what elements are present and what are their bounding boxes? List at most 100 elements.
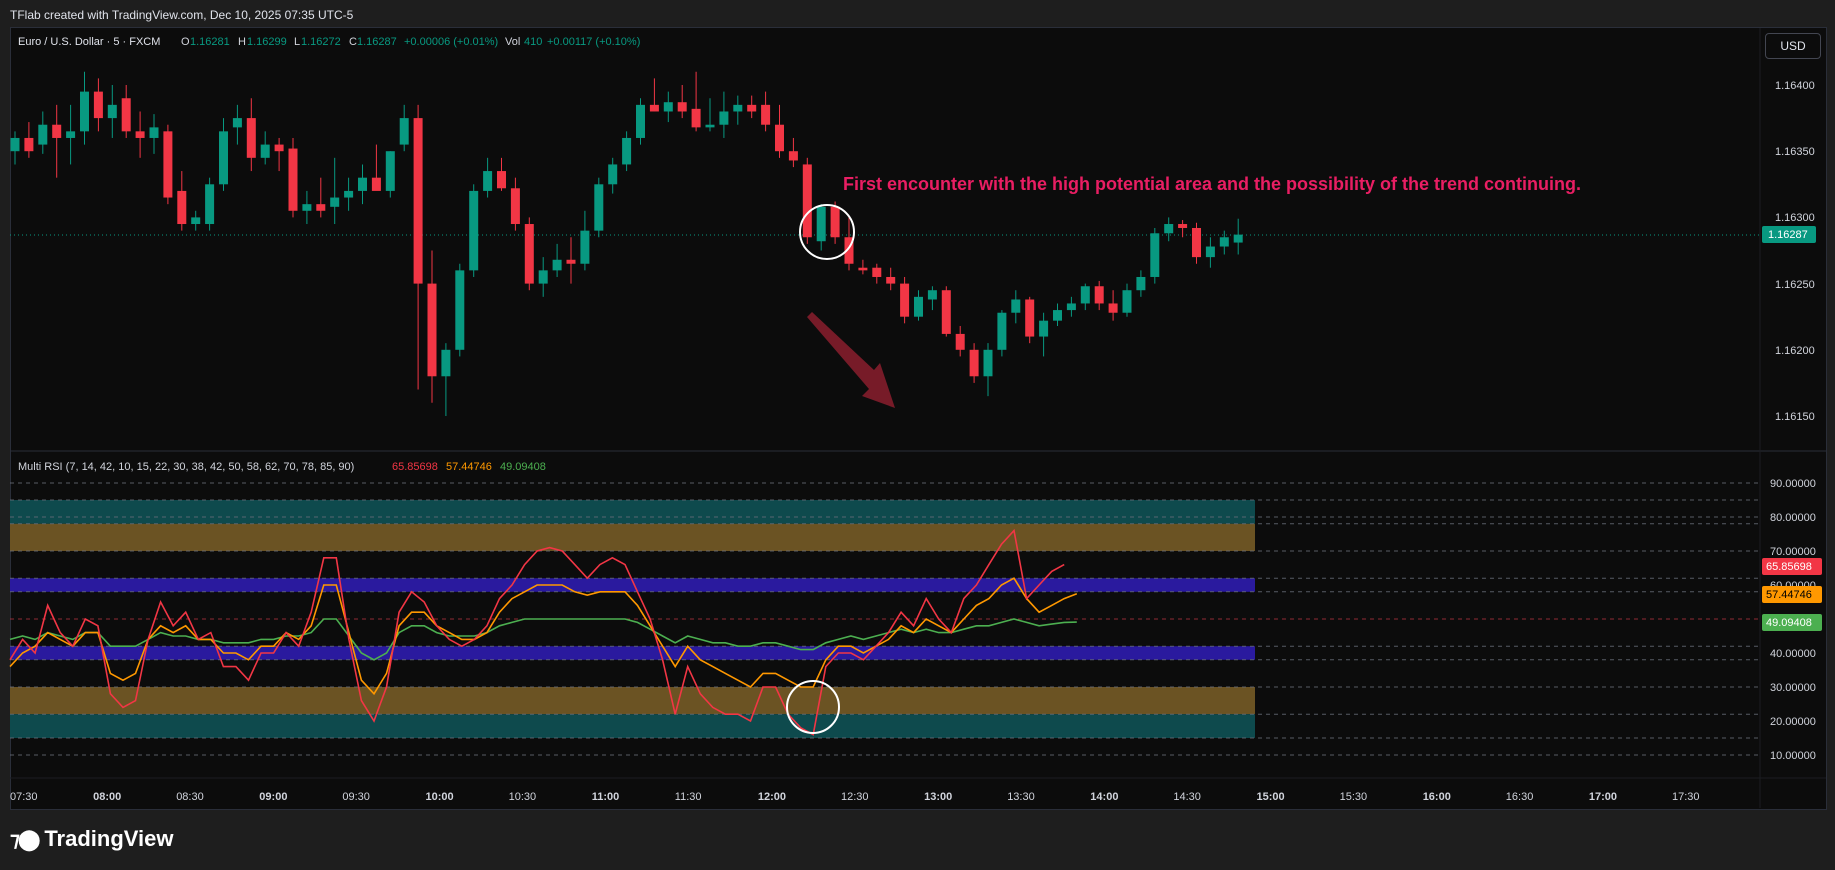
price-tick: 1.16200 [1775,345,1815,357]
candles-group [10,71,1243,416]
current-price-badge: 1.16287 [1762,226,1816,243]
time-tick: 14:30 [1173,791,1201,803]
time-tick: 09:00 [259,791,287,803]
candle-body [691,108,701,128]
time-tick: 10:30 [509,791,537,803]
rsi-band [10,687,1255,715]
candle-body [330,197,340,207]
rsi-tick: 90.00000 [1770,478,1816,490]
candle-body [483,171,493,191]
candle-body [830,206,840,238]
candle-body [52,124,62,138]
low-label: L [294,36,300,48]
candle-body [802,164,812,238]
current-price-label: 1.16287 [1768,229,1808,241]
candle-body [260,144,270,158]
time-tick: 15:30 [1340,791,1368,803]
high-value: 1.16299 [247,36,287,48]
candle-body [538,270,548,284]
candle-body [941,290,951,334]
candle-body [886,276,896,284]
candle-body [1108,303,1118,313]
candle-body [497,171,506,189]
price-tick: 1.16300 [1775,212,1815,224]
time-tick: 16:00 [1423,791,1451,803]
rsi-badge-slow: 49.09408 [1766,617,1812,629]
time-tick: 11:00 [592,791,620,803]
rsi-tick: 20.00000 [1770,716,1816,728]
tradingview-logo[interactable]: ⁊⬤ TradingView [10,826,174,852]
close-value: 1.16287 [357,36,397,48]
time-tick: 13:30 [1007,791,1035,803]
candle-body [93,91,103,119]
volume-change: +0.00117 (+0.10%) [547,36,640,48]
candle-body [594,184,604,231]
rsi-line [9,577,1078,696]
time-axis[interactable]: 07:30 08:00 08:30 09:00 09:30 10:00 10:30 11:00… [10,791,1700,803]
symbol-legend[interactable]: Euro / U.S. Dollar · 5 · FXCM O 1.16281 … [18,36,640,48]
candle-body [622,137,632,165]
candle-body [358,177,367,191]
rsi-tick: 10.00000 [1770,750,1816,762]
candle-body [1192,227,1201,258]
candle-body [1011,299,1021,313]
candle-body [649,104,659,112]
time-tick: 09:30 [342,791,370,803]
volume-label: Vol [505,36,520,48]
indicator-name[interactable]: Multi RSI (7, 14, 42, 10, 15, 22, 30, 38… [18,461,354,473]
candle-body [66,131,76,138]
candle-body [149,127,159,138]
candle-body [900,283,910,317]
chart-svg[interactable]: Euro / U.S. Dollar · 5 · FXCM O 1.16281 … [0,0,1835,870]
rsi-value-fast: 65.85698 [392,461,438,473]
candle-body [1080,286,1090,304]
candle-body [80,91,89,132]
annotation-text: First encounter with the high potential … [843,174,1581,194]
open-label: O [181,36,190,48]
candle-body [510,188,520,225]
candle-body [385,151,395,191]
time-tick: 12:30 [841,791,869,803]
price-axis[interactable]: 1.16400 1.16350 1.16300 1.16250 1.16200 … [1775,80,1815,423]
candle-body [316,204,326,211]
arrow-down-icon [807,312,895,408]
candle-body [219,131,228,185]
candle-body [816,206,826,242]
indicator-legend[interactable]: Multi RSI (7, 14, 42, 10, 15, 22, 30, 38… [18,461,546,473]
candle-body [399,118,409,145]
candle-body [344,190,354,198]
time-tick: 13:00 [924,791,952,803]
rsi-tick: 80.00000 [1770,512,1816,524]
candle-body [302,204,312,211]
price-tick: 1.16250 [1775,279,1815,291]
candle-body [983,349,993,377]
time-tick: 17:30 [1672,791,1700,803]
candle-body [1039,320,1049,337]
rsi-badge-fast: 65.85698 [1766,561,1812,573]
candle-body [1205,246,1215,258]
tradingview-brand: TradingView [44,826,174,851]
candle-body [955,333,965,350]
candle-body [969,349,979,377]
symbol-name[interactable]: Euro / U.S. Dollar · 5 · FXCM [18,36,160,48]
currency-button[interactable]: USD [1765,33,1821,59]
candle-body [1164,224,1174,234]
candle-body [1122,290,1132,313]
tradingview-logo-icon: ⁊⬤ [10,828,40,851]
candle-body [566,259,576,264]
candle-body [1150,233,1160,277]
time-tick: 08:00 [93,791,121,803]
rsi-value-slow: 49.09408 [500,461,546,473]
time-tick: 12:00 [758,791,786,803]
candle-body [858,267,868,271]
rsi-tick: 40.00000 [1770,648,1816,660]
candle-body [775,124,784,152]
candle-body [997,312,1007,350]
candle-body [288,148,298,211]
candle-body [191,217,201,225]
candle-body [163,131,173,198]
candle-body [608,164,618,185]
candle-body [719,111,729,125]
time-tick: 15:00 [1257,791,1285,803]
candle-body [1025,299,1035,337]
